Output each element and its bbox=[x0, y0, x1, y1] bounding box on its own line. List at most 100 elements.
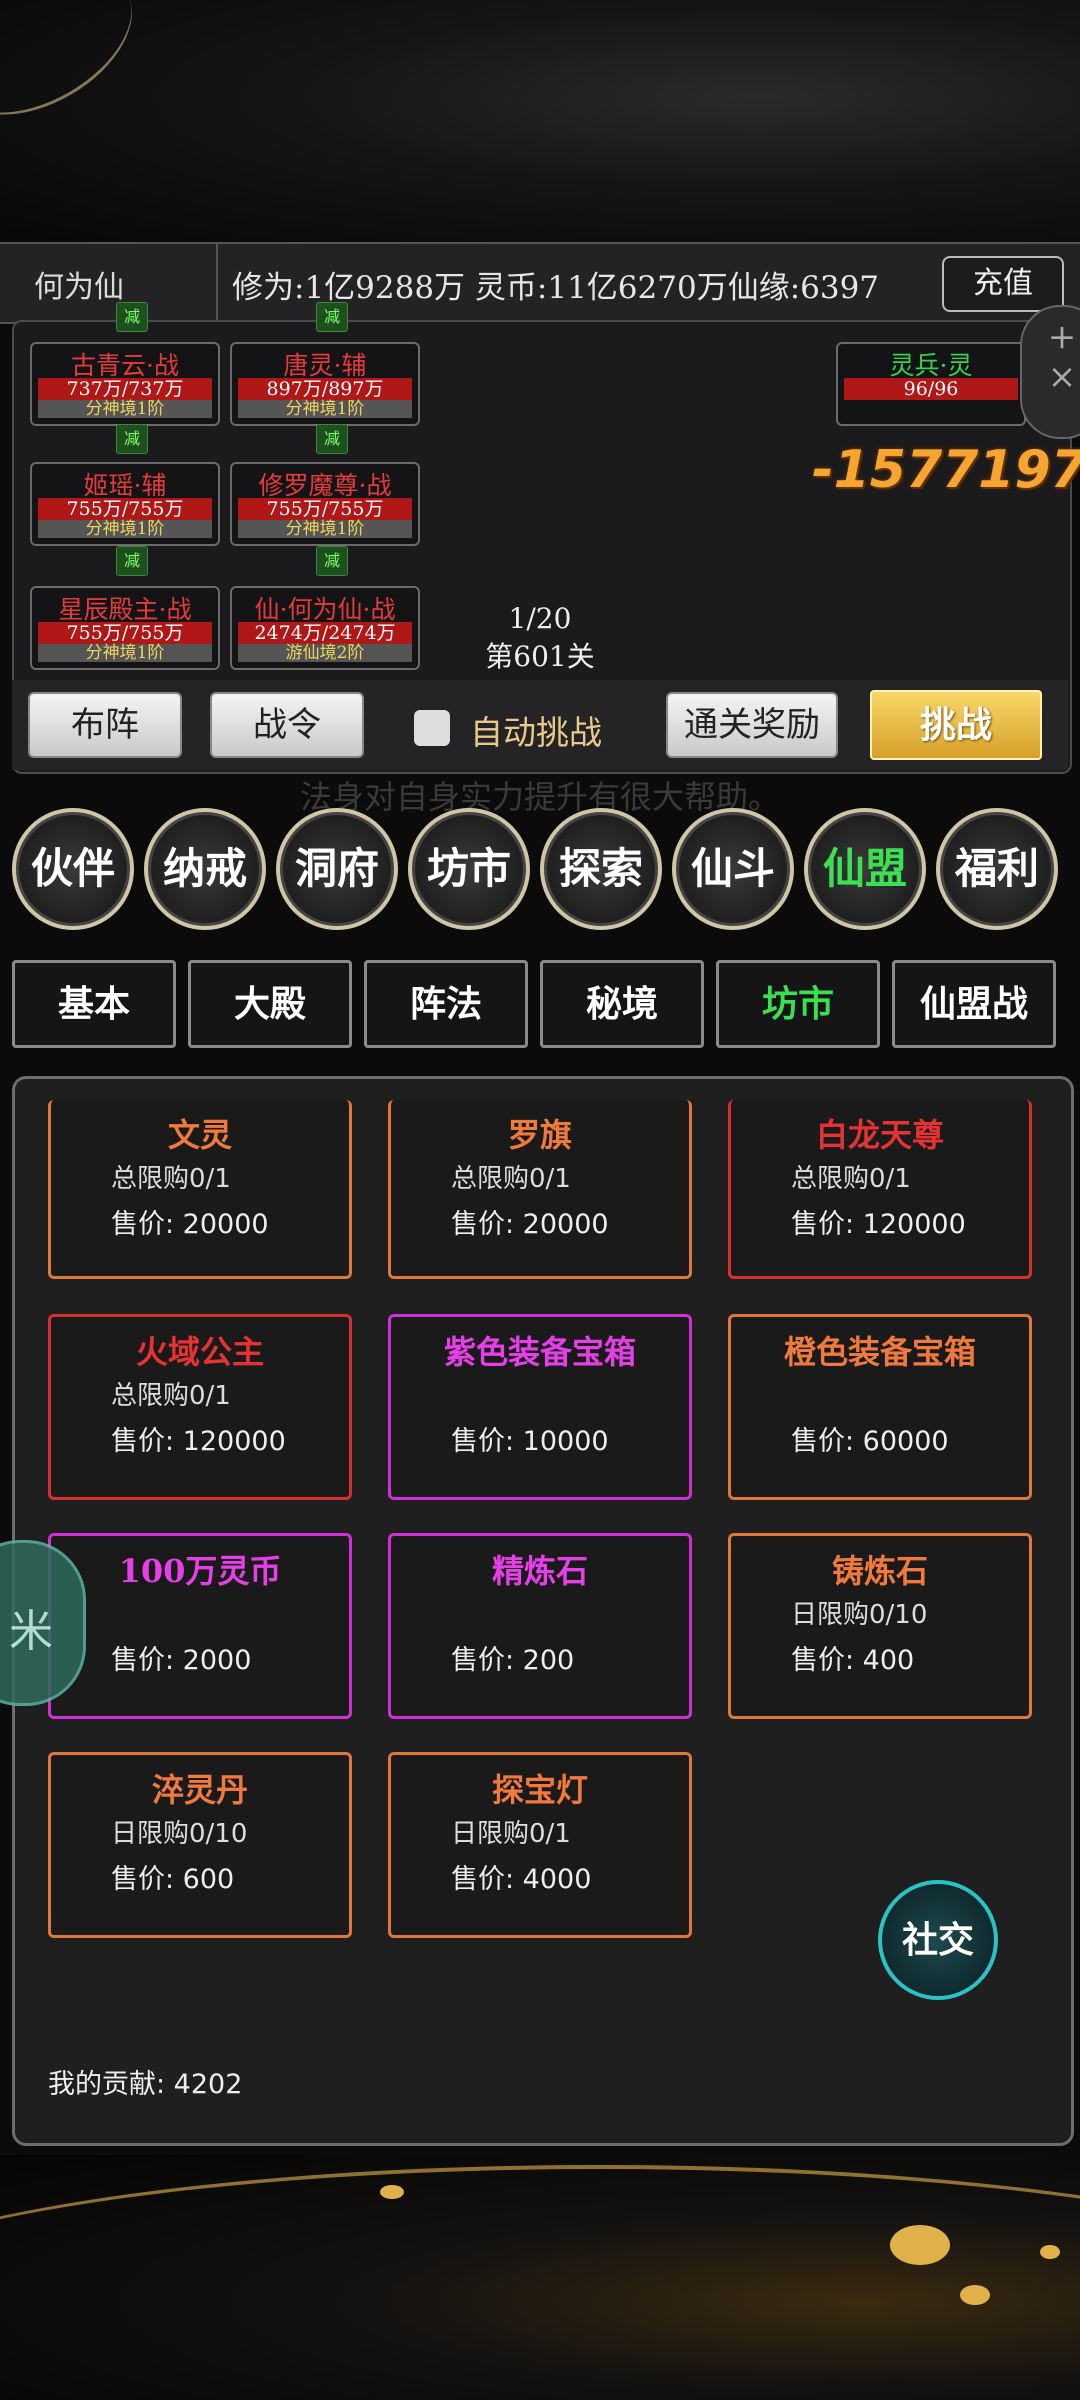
shop-item[interactable]: 橙色装备宝箱 售价: 60000 bbox=[728, 1314, 1032, 1500]
stage-number: 第601关 bbox=[485, 640, 595, 673]
item-name: 淬灵丹 bbox=[151, 1771, 248, 1809]
ally-unit-card[interactable]: 修罗魔尊·战 755万/755万 分神境1阶 bbox=[230, 462, 420, 546]
unit-hp: 897万/897万 bbox=[238, 378, 412, 400]
shop-item[interactable]: 精炼石 售价: 200 bbox=[388, 1533, 692, 1719]
unit-name: 星辰殿主·战 bbox=[58, 595, 192, 624]
item-limit: 总限购0/1 bbox=[451, 1164, 571, 1194]
shop-item[interactable]: 淬灵丹 日限购0/10 售价: 600 bbox=[48, 1752, 352, 1938]
social-button[interactable]: 社交 bbox=[878, 1880, 998, 2000]
decorative-arc bbox=[0, 0, 158, 145]
nav-explore[interactable]: 探索 bbox=[540, 808, 662, 930]
formation-button[interactable]: 布阵 bbox=[28, 692, 182, 758]
item-limit: 总限购0/1 bbox=[111, 1381, 231, 1411]
nav-market[interactable]: 坊市 bbox=[408, 808, 530, 930]
item-name: 白龙天尊 bbox=[815, 1116, 944, 1154]
ally-unit-card[interactable]: 仙·何为仙·战 2474万/2474万 游仙境2阶 bbox=[230, 586, 420, 670]
damage-number: -1577197 bbox=[812, 440, 1080, 500]
item-price: 售价: 10000 bbox=[451, 1426, 609, 1457]
plus-icon[interactable]: + bbox=[1022, 317, 1080, 357]
item-price: 售价: 60000 bbox=[791, 1426, 949, 1457]
my-contribution: 我的贡献: 4202 bbox=[48, 2069, 243, 2100]
recharge-button[interactable]: 充值 bbox=[942, 256, 1064, 312]
item-price: 售价: 400 bbox=[791, 1645, 915, 1676]
nav-cave[interactable]: 洞府 bbox=[276, 808, 398, 930]
item-price: 售价: 200 bbox=[451, 1645, 575, 1676]
tab-formation[interactable]: 阵法 bbox=[364, 960, 528, 1048]
tab-alliance-war[interactable]: 仙盟战 bbox=[892, 960, 1056, 1048]
bottom-background bbox=[0, 2155, 1080, 2400]
auto-challenge-checkbox[interactable] bbox=[414, 710, 450, 746]
side-tool-widget[interactable]: + × bbox=[1020, 305, 1080, 439]
wave-counter: 1/20 bbox=[508, 602, 572, 635]
unit-realm: 分神境1阶 bbox=[238, 520, 412, 538]
ally-unit-card[interactable]: 唐灵·辅 897万/897万 分神境1阶 bbox=[230, 342, 420, 426]
unit-realm: 分神境1阶 bbox=[38, 644, 212, 662]
ally-unit-card[interactable]: 星辰殿主·战 755万/755万 分神境1阶 bbox=[30, 586, 220, 670]
unit-realm: 分神境1阶 bbox=[38, 520, 212, 538]
challenge-button[interactable]: 挑战 bbox=[870, 690, 1042, 760]
hint-text: 法身对自身实力提升有很大帮助。 bbox=[299, 778, 780, 816]
unit-name: 唐灵·辅 bbox=[283, 351, 367, 380]
unit-name: 古青云·战 bbox=[71, 351, 179, 380]
gold-spark bbox=[890, 2225, 950, 2265]
unit-realm: 游仙境2阶 bbox=[238, 644, 412, 662]
shop-item[interactable]: 文灵 总限购0/1 售价: 20000 bbox=[48, 1100, 352, 1279]
item-name: 罗旗 bbox=[507, 1116, 572, 1154]
item-name: 紫色装备宝箱 bbox=[443, 1333, 636, 1371]
shop-item[interactable]: 探宝灯 日限购0/1 售价: 4000 bbox=[388, 1752, 692, 1938]
gold-spark bbox=[1040, 2245, 1060, 2259]
ally-unit-card[interactable]: 古青云·战 737万/737万 分神境1阶 bbox=[30, 342, 220, 426]
item-name: 精炼石 bbox=[491, 1552, 588, 1590]
item-name: 探宝灯 bbox=[491, 1771, 588, 1809]
item-name: 火域公主 bbox=[135, 1333, 264, 1371]
float-glyph: 米 bbox=[9, 1606, 53, 1657]
item-limit: 日限购0/1 bbox=[451, 1819, 571, 1849]
item-name: 文灵 bbox=[167, 1116, 232, 1154]
unit-name: 修罗魔尊·战 bbox=[258, 471, 392, 500]
minus-tag: 减 bbox=[116, 302, 148, 332]
nav-arena[interactable]: 仙斗 bbox=[672, 808, 794, 930]
minus-tag: 减 bbox=[316, 302, 348, 332]
clear-reward-button[interactable]: 通关奖励 bbox=[666, 692, 838, 758]
enemy-unit-card[interactable]: 灵兵·灵 96/96 bbox=[836, 342, 1026, 426]
floating-assistant-button[interactable]: 米 bbox=[0, 1540, 86, 1706]
item-name: 100万灵币 bbox=[118, 1552, 282, 1590]
shop-item[interactable]: 100万灵币 售价: 2000 bbox=[48, 1533, 352, 1719]
player-name: 何为仙 bbox=[34, 270, 124, 305]
top-background bbox=[0, 0, 1080, 245]
nav-partner[interactable]: 伙伴 bbox=[12, 808, 134, 930]
shop-item[interactable]: 白龙天尊 总限购0/1 售价: 120000 bbox=[728, 1100, 1032, 1279]
item-limit: 日限购0/10 bbox=[111, 1819, 248, 1849]
auto-challenge-label: 自动挑战 bbox=[470, 713, 602, 752]
unit-name: 姬瑶·辅 bbox=[83, 471, 167, 500]
tab-secret-realm[interactable]: 秘境 bbox=[540, 960, 704, 1048]
shop-item[interactable]: 紫色装备宝箱 售价: 10000 bbox=[388, 1314, 692, 1500]
nav-ring[interactable]: 纳戒 bbox=[144, 808, 266, 930]
player-stats: 修为:1亿9288万 灵币:11亿6270万仙缘:6397 bbox=[232, 270, 880, 306]
tab-hall[interactable]: 大殿 bbox=[188, 960, 352, 1048]
ally-unit-card[interactable]: 姬瑶·辅 755万/755万 分神境1阶 bbox=[30, 462, 220, 546]
shop-item[interactable]: 火域公主 总限购0/1 售价: 120000 bbox=[48, 1314, 352, 1500]
tab-basic[interactable]: 基本 bbox=[12, 960, 176, 1048]
shop-item[interactable]: 铸炼石 日限购0/10 售价: 400 bbox=[728, 1533, 1032, 1719]
gold-spark bbox=[380, 2185, 404, 2199]
player-header: 何为仙 修为:1亿9288万 灵币:11亿6270万仙缘:6397 充值 bbox=[0, 242, 1080, 324]
item-name: 橙色装备宝箱 bbox=[783, 1333, 976, 1371]
item-price: 售价: 600 bbox=[111, 1864, 235, 1895]
unit-hp: 2474万/2474万 bbox=[238, 622, 412, 644]
close-icon[interactable]: × bbox=[1022, 357, 1080, 397]
item-price: 售价: 120000 bbox=[111, 1426, 286, 1457]
minus-tag: 减 bbox=[316, 546, 348, 576]
gold-spark bbox=[960, 2285, 990, 2305]
nav-alliance[interactable]: 仙盟 bbox=[804, 808, 926, 930]
tab-market[interactable]: 坊市 bbox=[716, 960, 880, 1048]
unit-realm: 分神境1阶 bbox=[238, 400, 412, 418]
unit-hp: 737万/737万 bbox=[38, 378, 212, 400]
item-limit: 日限购0/10 bbox=[791, 1600, 928, 1630]
battle-order-button[interactable]: 战令 bbox=[210, 692, 364, 758]
unit-realm: 分神境1阶 bbox=[38, 400, 212, 418]
minus-tag: 减 bbox=[316, 424, 348, 454]
unit-hp: 755万/755万 bbox=[38, 622, 212, 644]
shop-item[interactable]: 罗旗 总限购0/1 售价: 20000 bbox=[388, 1100, 692, 1279]
nav-welfare[interactable]: 福利 bbox=[936, 808, 1058, 930]
